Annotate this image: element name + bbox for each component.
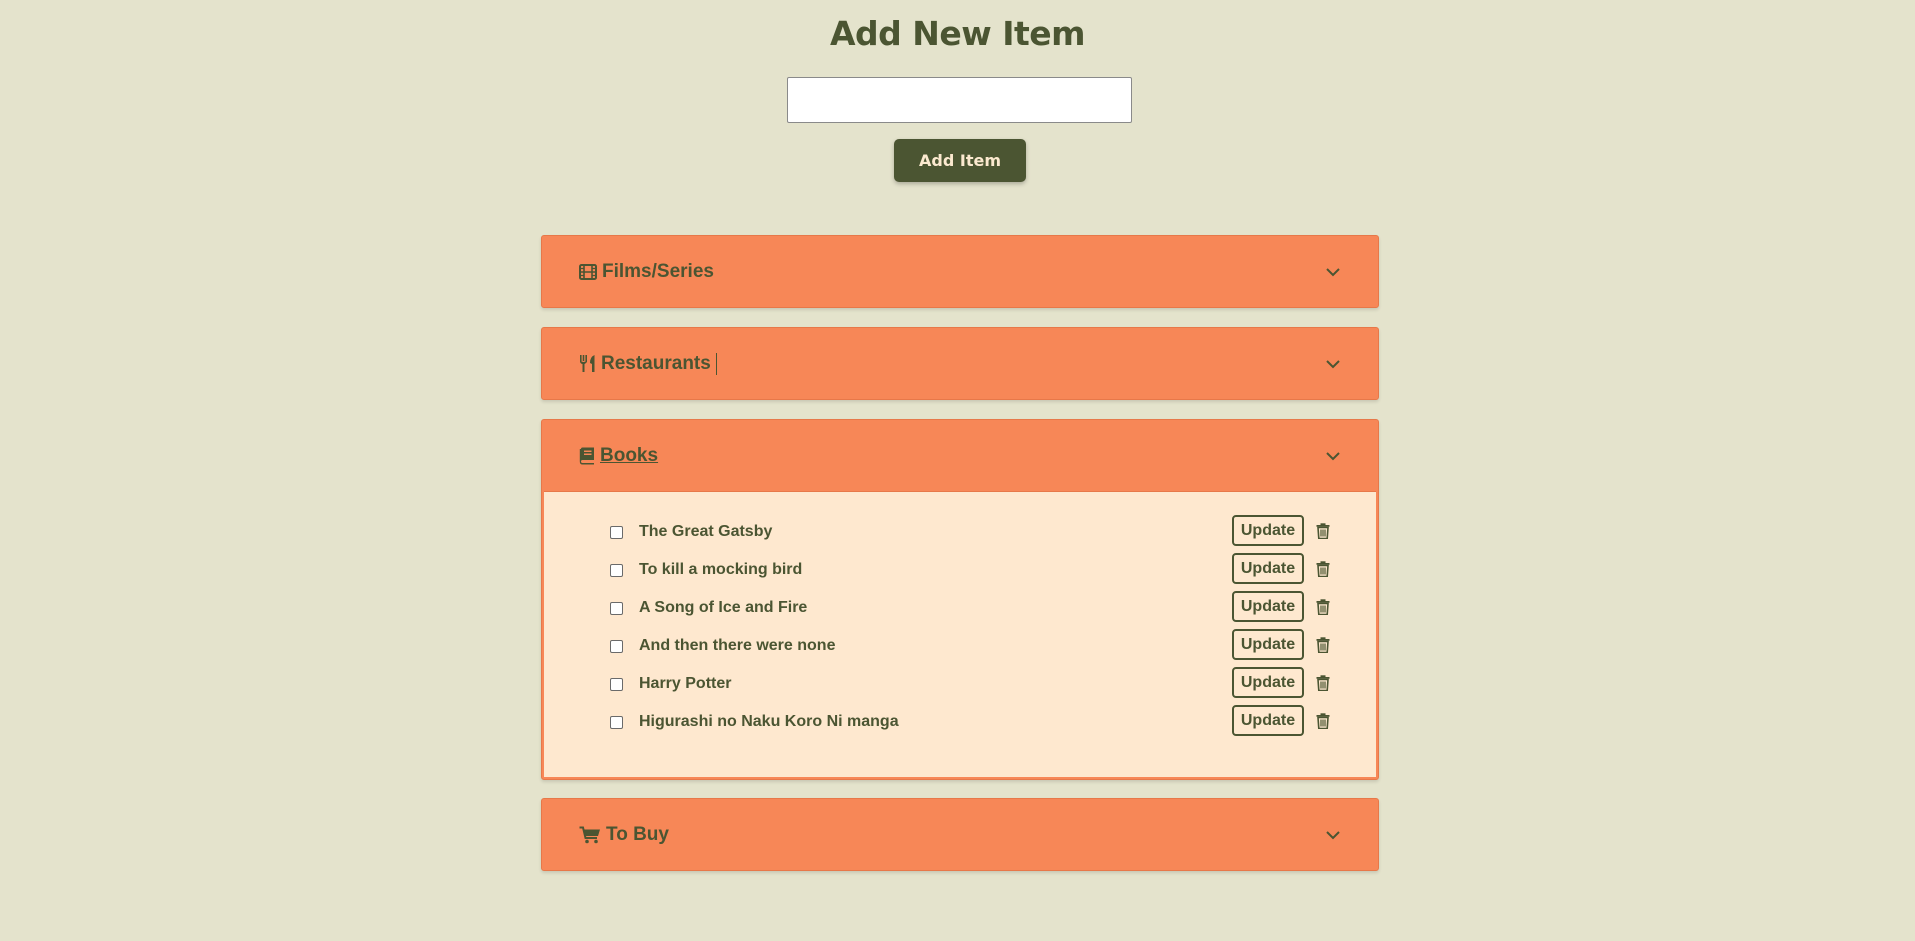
accordion-label-restaurants: Restaurants — [601, 352, 711, 374]
list-item: Higurashi no Naku Koro Ni manga Update — [544, 703, 1376, 741]
chevron-down-icon[interactable] — [1324, 263, 1342, 281]
text-cursor — [715, 352, 717, 375]
update-button[interactable]: Update — [1232, 629, 1304, 660]
trash-icon[interactable] — [1316, 599, 1330, 615]
list-item: Harry Potter Update — [544, 665, 1376, 703]
trash-icon[interactable] — [1316, 523, 1330, 539]
item-checkbox[interactable] — [610, 715, 623, 729]
accordion-books: Books The Great Gatsby Update To kill a … — [541, 419, 1379, 780]
accordion-title-to-buy: To Buy — [579, 824, 669, 846]
accordion-to-buy: To Buy — [541, 798, 1379, 871]
accordion-title-books: Books — [579, 445, 658, 467]
accordion-label-to-buy: To Buy — [606, 823, 669, 845]
add-item-button[interactable]: Add Item — [894, 139, 1026, 182]
item-checkbox[interactable] — [610, 601, 623, 615]
trash-icon[interactable] — [1316, 561, 1330, 577]
item-text: Harry Potter — [639, 675, 732, 692]
item-checkbox[interactable] — [610, 525, 623, 539]
trash-icon[interactable] — [1316, 713, 1330, 729]
item-checkbox[interactable] — [610, 639, 623, 653]
trash-icon[interactable] — [1316, 675, 1330, 691]
accordion-header-to-buy[interactable]: To Buy — [542, 799, 1378, 870]
book-icon — [579, 447, 595, 465]
update-button[interactable]: Update — [1232, 515, 1304, 546]
list-item: And then there were none Update — [544, 627, 1376, 665]
item-text: To kill a mocking bird — [639, 561, 803, 578]
update-button[interactable]: Update — [1232, 705, 1304, 736]
new-item-input[interactable] — [787, 77, 1132, 123]
accordion-header-films-series[interactable]: Films/Series — [542, 236, 1378, 307]
chevron-down-icon[interactable] — [1324, 826, 1342, 844]
update-button[interactable]: Update — [1232, 553, 1304, 584]
item-text: A Song of Ice and Fire — [639, 599, 808, 616]
cart-icon — [579, 826, 601, 844]
utensils-icon — [579, 354, 596, 373]
item-checkbox[interactable] — [610, 563, 623, 577]
list-item: The Great Gatsby Update — [544, 513, 1376, 551]
film-icon — [579, 263, 597, 280]
list-item: To kill a mocking bird Update — [544, 551, 1376, 589]
update-button[interactable]: Update — [1232, 591, 1304, 622]
accordion-title-films-series: Films/Series — [579, 261, 714, 283]
chevron-down-icon[interactable] — [1324, 447, 1342, 465]
update-button[interactable]: Update — [1232, 667, 1304, 698]
list-item: A Song of Ice and Fire Update — [544, 589, 1376, 627]
item-checkbox[interactable] — [610, 677, 623, 691]
accordion-restaurants: Restaurants — [541, 327, 1379, 400]
accordion-header-books[interactable]: Books — [542, 420, 1378, 491]
page: Add New Item Add Item Films/Series Resta… — [0, 0, 1915, 941]
item-text: Higurashi no Naku Koro Ni manga — [639, 713, 899, 730]
accordion-label-books: Books — [600, 444, 659, 466]
books-item-list: The Great Gatsby Update To kill a mockin… — [544, 491, 1376, 777]
item-text: And then there were none — [639, 637, 836, 654]
accordion-header-restaurants[interactable]: Restaurants — [542, 328, 1378, 399]
accordion-label-films-series: Films/Series — [602, 260, 714, 282]
chevron-down-icon[interactable] — [1324, 355, 1342, 373]
trash-icon[interactable] — [1316, 637, 1330, 653]
item-text: The Great Gatsby — [639, 523, 773, 540]
accordion-title-restaurants: Restaurants — [579, 352, 717, 375]
page-title: Add New Item — [829, 14, 1086, 53]
accordion-films-series: Films/Series — [541, 235, 1379, 308]
